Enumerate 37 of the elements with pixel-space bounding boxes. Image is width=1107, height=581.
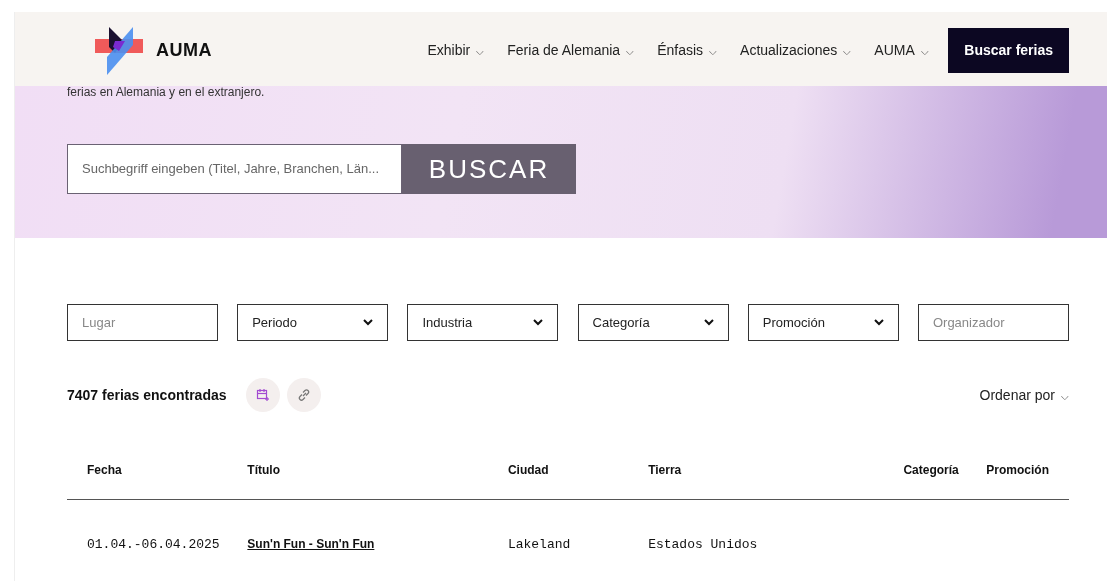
filter-dropdown[interactable]: Categoría	[577, 304, 729, 341]
column-header: Ciudad	[507, 463, 549, 477]
logo-text[interactable]: AUMA	[156, 36, 212, 64]
nav-menu-item[interactable]: Exhibir ⌵	[427, 39, 485, 61]
table-cell: 01.04.-06.04.2025	[87, 537, 220, 552]
column-header: Promoción	[986, 463, 1049, 477]
hero-subtitle: ferias en Alemania y en el extranjero.	[67, 86, 266, 98]
chevron-down-icon	[873, 319, 884, 326]
column-header: Fecha	[87, 463, 122, 477]
nav-menu-item[interactable]: Énfasis ⌵	[657, 39, 718, 61]
filter-field[interactable]: Lugar	[67, 304, 218, 341]
nav-menu-item[interactable]: Feria de Alemania ⌵	[507, 39, 635, 61]
result-count: 7407 ferias encontradas	[67, 385, 227, 405]
column-header: Título	[247, 463, 280, 477]
chevron-down-icon	[533, 319, 544, 326]
fair-title-link[interactable]: Sun'n Fun - Sun'n Fun	[247, 537, 375, 551]
filter-dropdown[interactable]: Industria	[407, 304, 559, 341]
nav-menu-item[interactable]: Actualizaciones ⌵	[740, 39, 852, 61]
search-button[interactable]: BUSCAR	[402, 144, 576, 194]
chevron-down-icon	[363, 319, 374, 326]
filter-dropdown[interactable]: Promoción	[747, 304, 899, 341]
calendar-add-icon	[256, 388, 271, 402]
column-header: Tierra	[648, 463, 682, 477]
filter-dropdown[interactable]: Periodo	[237, 304, 389, 341]
column-header: Categoría	[903, 463, 959, 477]
calendar-add-button[interactable]	[246, 378, 281, 412]
chevron-down-icon	[703, 319, 714, 326]
table-cell: Lakeland	[507, 537, 571, 552]
logo-icon	[93, 25, 143, 75]
table-cell: Estados Unidos	[648, 537, 758, 552]
filter-field[interactable]: Organizador	[917, 304, 1069, 341]
nav-menu-item[interactable]: AUMA ⌵	[874, 39, 929, 61]
link-button[interactable]	[286, 378, 321, 412]
link-icon	[296, 388, 311, 402]
sort-dropdown[interactable]: Ordenar por ⌵	[979, 384, 1069, 406]
search-fairs-button[interactable]: Buscar ferias	[948, 27, 1069, 73]
search-field[interactable]: Suchbegriff eingeben (Titel, Jahre, Branchen, Län...	[67, 144, 402, 194]
